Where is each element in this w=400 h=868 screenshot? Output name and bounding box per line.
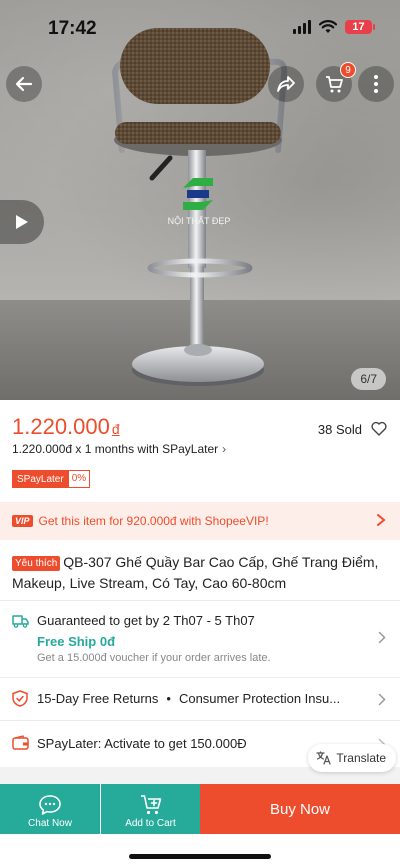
spaylater-tag: SPayLater 0%: [12, 470, 91, 488]
spaylater-activate-text: SPayLater: Activate to get 150.000Đ: [37, 736, 247, 751]
installment-text: 1.220.000đ x 1 months with SPayLater: [12, 442, 219, 456]
chevron-right-icon: [378, 631, 386, 644]
price-amount: 1.220.000: [12, 414, 110, 439]
add-cart-icon: [140, 795, 161, 815]
play-video-button[interactable]: [0, 200, 44, 244]
share-button[interactable]: [268, 66, 304, 102]
sold-count: 38 Sold: [317, 422, 362, 437]
delivery-guarantee: Guaranteed to get by 2 Th07 - 5 Th07: [37, 613, 255, 628]
price-section: 1.220.000 đ 38 Sold 1.220.000đ x 1 months…: [0, 400, 400, 496]
favorite-shop-badge: Yêu thích: [12, 556, 61, 571]
bottom-action-bar: Chat Now Add to Cart Buy Now: [0, 784, 400, 834]
status-icons: 17: [293, 20, 375, 34]
more-icon: [374, 75, 378, 93]
buy-now-button[interactable]: Buy Now: [200, 784, 400, 834]
vip-banner-text: Get this item for 920.000đ with ShopeeVI…: [38, 514, 269, 528]
status-time: 17:42: [48, 18, 97, 39]
returns-text: 15-Day Free Returns • Consumer Protection …: [37, 691, 340, 706]
add-to-cart-button[interactable]: Add to Cart: [101, 784, 200, 834]
truck-icon: [12, 615, 29, 628]
wallet-icon: [12, 735, 29, 750]
translate-icon: [316, 751, 332, 765]
price-currency: đ: [111, 421, 120, 437]
separator-dot: •: [166, 691, 171, 706]
image-watermark-text: NỘI THẤT ĐẸP: [168, 216, 231, 226]
spaylater-tag-label: SPayLater: [12, 470, 69, 488]
chevron-right-icon: ›: [222, 442, 227, 456]
installment-info[interactable]: 1.220.000đ x 1 months with SPayLater ›: [12, 442, 226, 456]
product-price: 1.220.000 đ: [12, 414, 120, 440]
more-options-button[interactable]: [358, 66, 394, 102]
buy-now-label: Buy Now: [269, 800, 331, 818]
chat-icon: [39, 795, 61, 815]
cart-icon: [326, 76, 343, 93]
add-to-cart-label: Add to Cart: [125, 818, 176, 829]
free-returns-label: 15-Day Free Returns: [37, 691, 159, 706]
consumer-protection-label: Consumer Protection Insu...: [178, 691, 341, 706]
home-indicator[interactable]: [129, 854, 271, 859]
product-title-section: Yêu thích QB-307 Ghế Quầy Bar Cao Cấp, Gh…: [0, 540, 400, 600]
image-page-counter: 6/7: [351, 368, 386, 390]
bar-stool-product-image: NỘI THẤT ĐẸP: [111, 28, 288, 386]
back-button[interactable]: [6, 66, 42, 102]
heart-icon[interactable]: [371, 421, 387, 436]
status-bar: 17:42 17: [0, 0, 400, 56]
battery-icon: 17: [345, 20, 375, 34]
product-title: QB-307 Ghế Quầy Bar Cao Cấp, Ghế Trang Đ…: [12, 554, 379, 591]
returns-protection-row[interactable]: 15-Day Free Returns • Consumer Protection …: [0, 678, 400, 720]
translate-button[interactable]: Translate: [308, 744, 396, 772]
wifi-icon: [319, 20, 337, 33]
chat-now-button[interactable]: Chat Now: [0, 784, 100, 834]
free-ship-label: Free Ship 0đ: [37, 634, 116, 649]
vip-badge: VIP: [12, 515, 33, 527]
signal-icon: [293, 20, 311, 34]
product-image-gallery[interactable]: NỘI THẤT ĐẸP 17:42 17 9 6/7: [0, 0, 400, 400]
translate-label: Translate: [336, 751, 386, 765]
share-icon: [277, 76, 295, 92]
late-voucher-note: Get a 15.000đ voucher if your order arri…: [37, 652, 271, 664]
chevron-right-icon: [378, 693, 386, 706]
spaylater-tag-value: 0%: [68, 470, 91, 488]
back-icon: [15, 76, 33, 92]
cart-button[interactable]: 9: [316, 62, 356, 102]
chevron-right-icon: [377, 514, 386, 526]
play-icon: [16, 215, 28, 229]
shopee-vip-banner[interactable]: VIP Get this item for 920.000đ with Shop…: [0, 502, 400, 540]
shipping-row[interactable]: Guaranteed to get by 2 Th07 - 5 Th07 Fre…: [0, 601, 400, 677]
cart-count-badge: 9: [340, 62, 356, 78]
shield-return-icon: [12, 690, 28, 707]
chat-now-label: Chat Now: [28, 818, 72, 829]
